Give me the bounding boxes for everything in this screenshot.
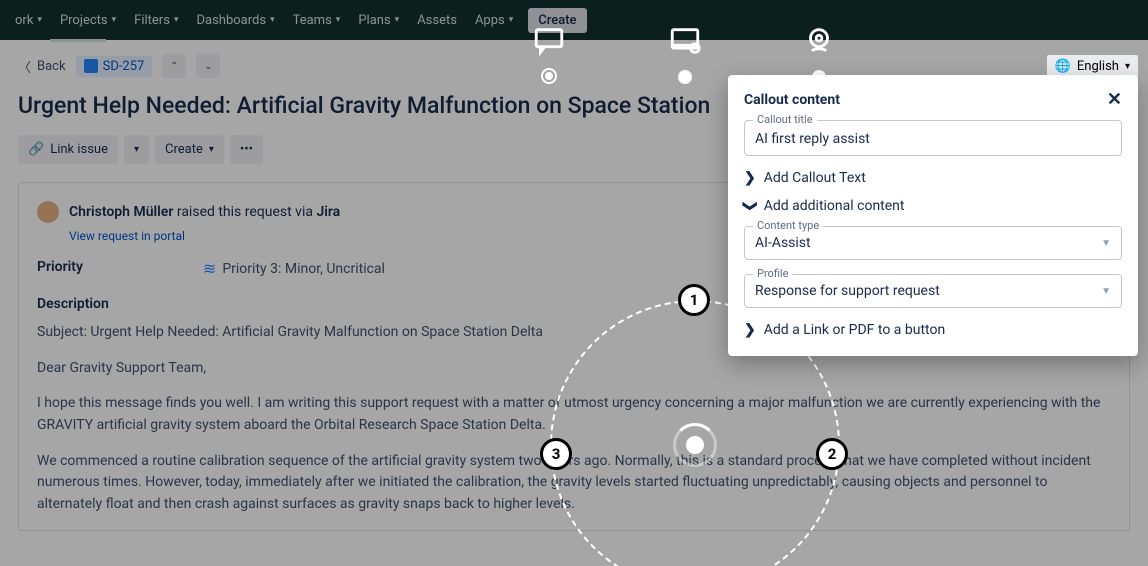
chevron-down-icon: ❯ [742, 200, 758, 212]
add-callout-text-toggle[interactable]: ❯ Add Callout Text [744, 170, 1122, 186]
avatar [37, 201, 59, 223]
content-type-select[interactable]: Content type AI-Assist ▼ [744, 226, 1122, 260]
reporter-via: Jira [316, 204, 340, 220]
content-type-value: AI-Assist [755, 235, 811, 251]
create-button[interactable]: Create [528, 8, 586, 33]
create-label: Create [165, 142, 203, 157]
content-type-label: Content type [753, 219, 823, 232]
callout-editor-panel: Callout content ✕ Callout title ❯ Add Ca… [728, 75, 1138, 356]
profile-select[interactable]: Profile Response for support request ▼ [744, 274, 1122, 308]
issue-type-icon [84, 59, 98, 73]
add-additional-content-toggle[interactable]: ❯ Add additional content [744, 198, 1122, 214]
more-actions-button[interactable]: ••• [230, 135, 263, 164]
link-issue-label: Link issue [50, 142, 108, 157]
nav-plans[interactable]: Plans▾ [349, 0, 408, 40]
top-navigation: ork▾ Projects▾ Filters▾ Dashboards▾ Team… [0, 0, 1148, 40]
desc-greeting: Dear Gravity Support Team, [37, 358, 1111, 380]
add-link-pdf-toggle[interactable]: ❯ Add a Link or PDF to a button [744, 322, 1122, 338]
link-icon: 🔗 [28, 142, 44, 157]
reporter-suffix: raised this request via [173, 204, 316, 220]
nav-projects[interactable]: Projects▾ [51, 0, 125, 40]
nav-work[interactable]: ork▾ [6, 0, 51, 40]
priority-value: Priority 3: Minor, Uncritical [222, 261, 385, 277]
callout-title-field[interactable]: Callout title [744, 120, 1122, 156]
priority-label: Priority [37, 259, 83, 278]
nav-filters[interactable]: Filters▾ [125, 0, 187, 40]
close-button[interactable]: ✕ [1107, 89, 1122, 110]
back-label: Back [37, 59, 66, 74]
create-subtask-button[interactable]: Create ▾ [155, 135, 224, 164]
language-label: English [1077, 59, 1119, 74]
add-callout-text-label: Add Callout Text [764, 170, 866, 186]
desc-p2: We commenced a routine calibration seque… [37, 451, 1111, 516]
globe-icon: 🌐 [1055, 59, 1071, 74]
link-issue-button[interactable]: 🔗 Link issue [18, 135, 118, 164]
back-button[interactable]: 〈 Back [18, 57, 66, 76]
issue-key-link[interactable]: SD-257 [76, 56, 153, 77]
profile-value: Response for support request [755, 283, 940, 299]
reporter-name: Christoph Müller [69, 204, 173, 220]
nav-dashboards[interactable]: Dashboards▾ [187, 0, 283, 40]
nav-assets[interactable]: Assets [408, 0, 466, 40]
chevron-down-icon: ▼ [1101, 286, 1111, 297]
callout-title-input[interactable] [755, 131, 1111, 147]
prev-issue-button[interactable]: ⌃ [162, 54, 186, 78]
chevron-right-icon: ❯ [744, 170, 756, 186]
link-issue-dropdown[interactable]: ▾ [124, 135, 149, 164]
issue-key-text: SD-257 [103, 59, 145, 74]
nav-teams[interactable]: Teams▾ [284, 0, 350, 40]
profile-label: Profile [753, 267, 792, 280]
chevron-right-icon: ❯ [744, 322, 756, 338]
add-link-label: Add a Link or PDF to a button [764, 322, 945, 338]
add-additional-label: Add additional content [764, 198, 905, 214]
chevron-left-icon: 〈 [18, 57, 31, 76]
chevron-down-icon: ▼ [1101, 238, 1111, 249]
desc-p1: I hope this message finds you well. I am… [37, 393, 1111, 436]
chevron-down-icon: ▾ [1125, 61, 1130, 72]
callout-header: Callout content [744, 92, 840, 108]
nav-apps[interactable]: Apps▾ [466, 0, 522, 40]
priority-icon: ≋ [203, 259, 216, 278]
next-issue-button[interactable]: ⌄ [196, 54, 220, 78]
callout-title-label: Callout title [753, 113, 817, 126]
